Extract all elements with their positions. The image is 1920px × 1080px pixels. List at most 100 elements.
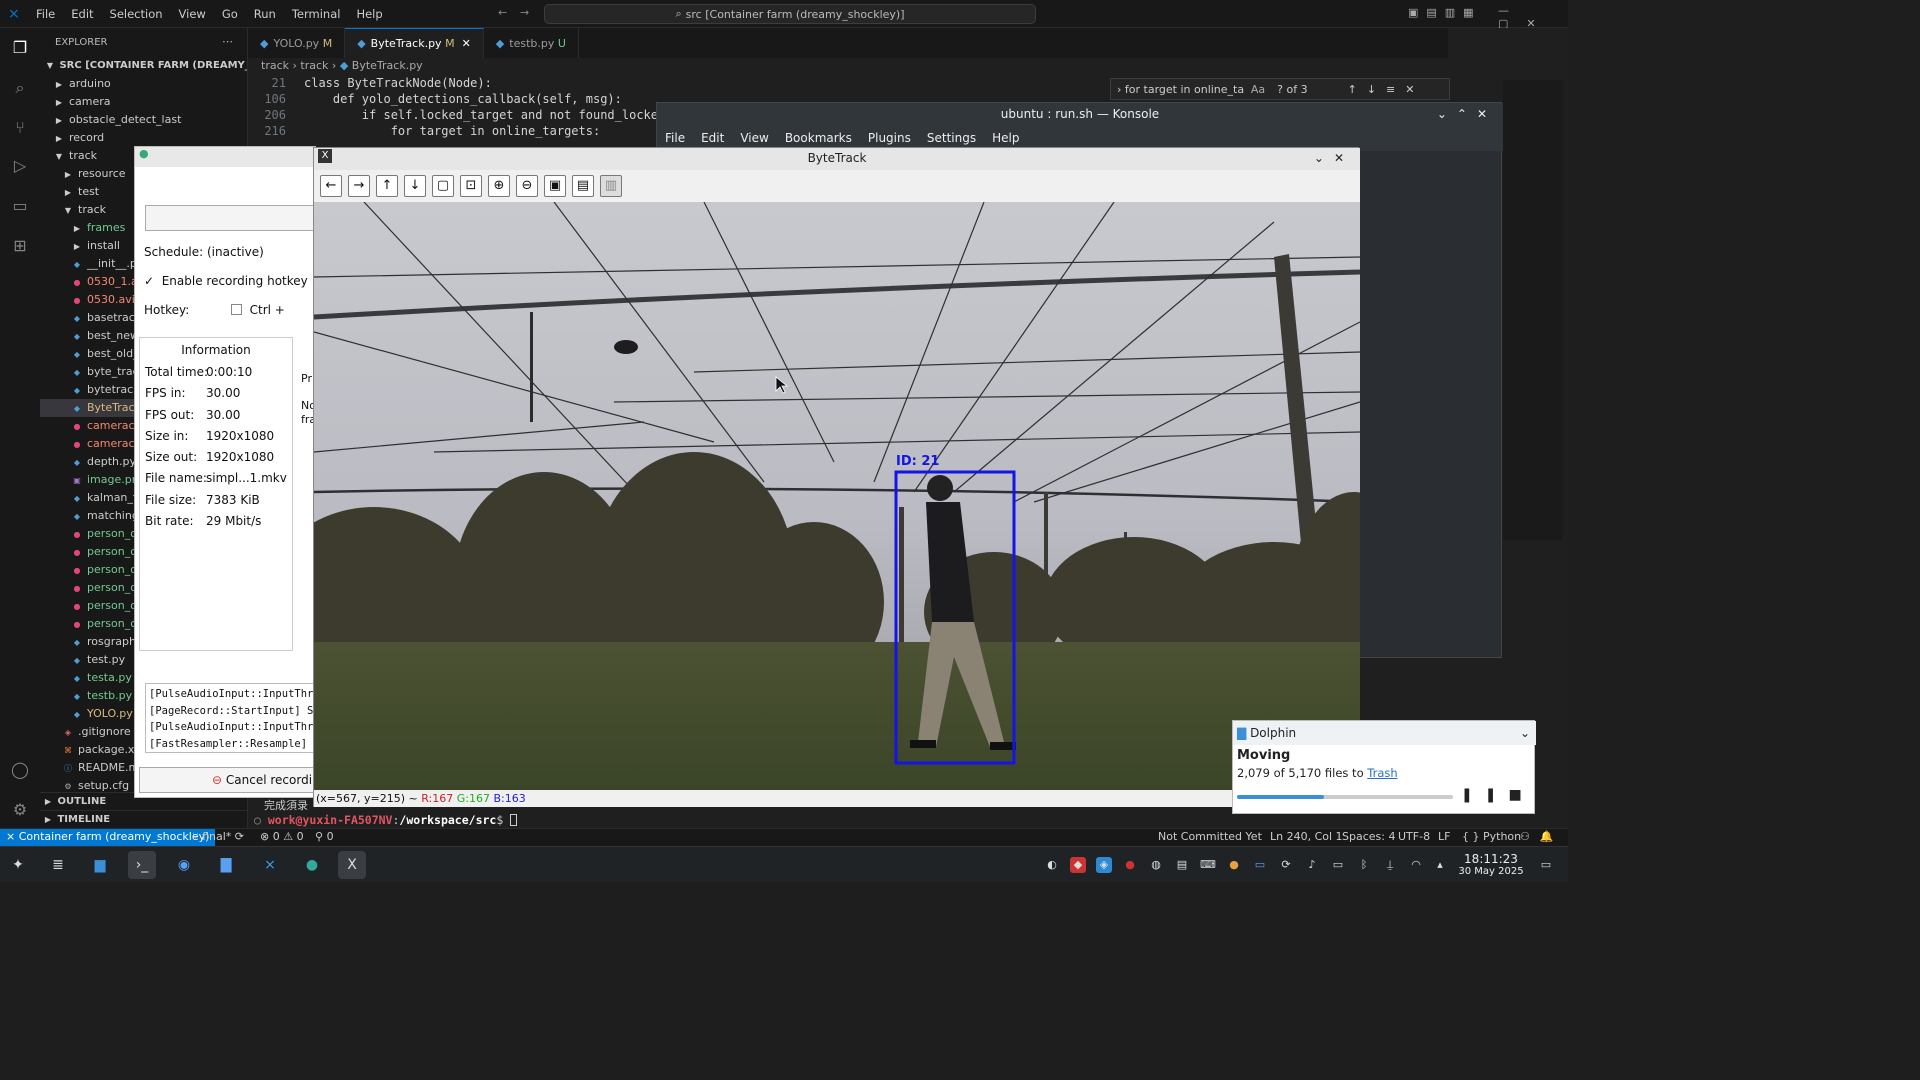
run-debug-icon[interactable]: ▷ [10, 156, 30, 176]
dolphin-task-icon[interactable]: ▇ [212, 851, 240, 879]
tray-app-icon[interactable]: ● [1226, 857, 1242, 873]
match-case-icon[interactable]: Aa [1251, 83, 1265, 96]
bluetooth-icon[interactable]: ᛒ [1356, 857, 1372, 873]
find-input[interactable]: for target in online_targe [1125, 83, 1245, 96]
terminal-prompt[interactable]: ○ work@yuxin-FA507NV:/workspace/src$ [254, 813, 518, 827]
window-controls[interactable]: ⌄⌃✕ [1437, 103, 1497, 125]
menu-view[interactable]: View [171, 7, 214, 21]
pan-down-icon[interactable]: ↓ [404, 175, 426, 197]
trash-link[interactable]: Trash [1367, 766, 1397, 780]
properties-icon[interactable]: ▥ [600, 175, 622, 197]
chevron-down-icon[interactable]: ⌄ [1520, 721, 1530, 745]
tray-app-icon[interactable]: ◍ [1148, 857, 1164, 873]
chevron-right-icon[interactable]: › [1117, 83, 1121, 96]
notifications-icon[interactable]: ▭ [1252, 857, 1268, 873]
updates-icon[interactable]: ⟳ [1278, 857, 1294, 873]
menu-go[interactable]: Go [214, 7, 246, 21]
notification-controls[interactable]: ❚❚■› [1461, 787, 1551, 803]
tab-yolo[interactable]: ◆ YOLO.py M [248, 28, 346, 58]
battery-icon[interactable]: ▭ [1330, 857, 1346, 873]
menu-file[interactable]: File [28, 7, 63, 21]
x11-task-icon[interactable]: X [338, 851, 366, 879]
pan-up-icon[interactable]: ↑ [376, 175, 398, 197]
close-icon[interactable]: ✕ [462, 37, 471, 50]
command-center[interactable]: ⌕ src [Container farm (dreamy_shockley)] [544, 4, 1036, 24]
camera-frame[interactable]: ID: 21 [314, 202, 1360, 790]
tray-app-icon[interactable]: ◐ [1044, 857, 1060, 873]
source-control-icon[interactable]: ⑂ [10, 118, 30, 138]
workspace-root[interactable]: ▼ SRC [CONTAINER FARM (DREAMY_SHOCK... [40, 57, 247, 75]
pan-left-icon[interactable]: ← [320, 175, 342, 197]
code-line[interactable]: 21 class ByteTrackNode(Node): [258, 76, 672, 92]
timeline-section[interactable]: ▶ TIMELINE [40, 810, 247, 828]
breadcrumb-item[interactable]: track [300, 59, 328, 72]
status-bell-icons[interactable]: ⚇🔔 [1520, 830, 1564, 843]
schedule-field[interactable] [145, 205, 315, 231]
hotkey-ctrl-checkbox[interactable]: Ctrl + [231, 303, 285, 317]
keyboard-icon[interactable]: ⌨ [1200, 857, 1216, 873]
layout-icons[interactable]: ▣▤▥▦ [1408, 6, 1482, 19]
remote-indicator[interactable]: ⨯ Container farm (dreamy_shockley) [0, 829, 216, 846]
search-icon[interactable]: ⌕ [10, 78, 30, 98]
zoom-original-icon[interactable]: ⊡ [460, 175, 482, 197]
tree-folder[interactable]: ▶ arduino [40, 75, 247, 93]
remote-explorer-icon[interactable]: ▭ [10, 196, 30, 216]
branch-indicator[interactable]: ⑂ final* ⟳ [192, 830, 244, 843]
copy-clipboard-icon[interactable]: ▤ [572, 175, 594, 197]
commit-indicator[interactable]: Not Committed Yet [1158, 830, 1262, 843]
code-line[interactable]: 206 if self.locked_target and not found_… [258, 108, 672, 124]
code-line[interactable]: 106 def yolo_detections_callback(self, m… [258, 92, 672, 108]
problems-indicator[interactable]: ⊗ 0 ⚠ 0 [260, 830, 304, 843]
wifi-icon[interactable]: ◠ [1408, 857, 1424, 873]
menu-help[interactable]: Help [348, 7, 390, 21]
tab-bytetrack[interactable]: ◆ ByteTrack.py M ✕ [345, 28, 484, 58]
tab-testb[interactable]: ◆ testb.py U [484, 28, 579, 58]
indentation[interactable]: Spaces: 4 [1342, 830, 1395, 843]
cursor-position[interactable]: Ln 240, Col 1 [1270, 830, 1343, 843]
task-manager-icon[interactable]: ≣ [44, 851, 72, 879]
menu-run[interactable]: Run [246, 7, 284, 21]
recorder-task-icon[interactable]: ● [298, 851, 326, 879]
extensions-icon[interactable]: ⊞ [10, 236, 30, 256]
tree-folder[interactable]: ▶ camera [40, 93, 247, 111]
window-controls[interactable]: ⌄✕ [1314, 148, 1354, 168]
forward-arrow-icon[interactable]: → [520, 6, 529, 19]
microphone-icon[interactable]: ⍊ [1382, 857, 1398, 873]
menu-terminal[interactable]: Terminal [284, 7, 349, 21]
explorer-icon[interactable]: ❐ [10, 38, 30, 58]
eol[interactable]: LF [1438, 830, 1450, 843]
store-icon[interactable]: ▆ [86, 851, 114, 879]
more-actions-icon[interactable]: ⋯ [222, 35, 233, 48]
find-nav-icons[interactable]: ↑↓≡✕ [1348, 83, 1425, 96]
pan-right-icon[interactable]: → [348, 175, 370, 197]
breadcrumb-item[interactable]: track [261, 59, 289, 72]
zoom-out-icon[interactable]: ⊖ [516, 175, 538, 197]
tree-folder[interactable]: ▶ record [40, 129, 247, 147]
language-mode[interactable]: { } Python [1462, 830, 1521, 843]
breadcrumb-item[interactable]: ByteTrack.py [352, 59, 423, 72]
cancel-recording-button[interactable]: ⊖ Cancel recording [139, 767, 327, 793]
save-image-icon[interactable]: ▣ [544, 175, 566, 197]
app-launcher-icon[interactable]: ✦ [4, 851, 32, 879]
zoom-in-icon[interactable]: ⊕ [488, 175, 510, 197]
window-controls[interactable]: —▢✕ [1498, 4, 1568, 30]
tray-expand-icon[interactable]: ▴ [1432, 857, 1448, 873]
ports-indicator[interactable]: ⚲ 0 [315, 830, 334, 843]
gear-icon[interactable]: ⚙ [10, 800, 30, 820]
tray-record-icon[interactable]: ● [1122, 857, 1138, 873]
volume-icon[interactable]: ♪ [1304, 857, 1320, 873]
clock[interactable]: 18:11:23 30 May 2025 [1456, 852, 1526, 877]
code-line[interactable]: 216 for target in online_targets: [258, 124, 672, 140]
account-icon[interactable]: ◯ [10, 760, 30, 780]
menu-edit[interactable]: Edit [63, 7, 101, 21]
chrome-task-icon[interactable]: ◉ [170, 851, 198, 879]
enable-hotkey-checkbox[interactable]: ✓ Enable recording hotkey [144, 274, 308, 288]
tray-app-icon[interactable]: ◆ [1070, 857, 1086, 873]
tray-app-icon[interactable]: ◈ [1096, 857, 1112, 873]
clipboard-icon[interactable]: ▤ [1174, 857, 1190, 873]
konsole-task-icon[interactable]: ›_ [128, 851, 156, 879]
zoom-fit-icon[interactable]: ▢ [432, 175, 454, 197]
back-arrow-icon[interactable]: ← [498, 6, 507, 19]
menu-selection[interactable]: Selection [102, 7, 171, 21]
minimap[interactable] [1503, 80, 1563, 540]
